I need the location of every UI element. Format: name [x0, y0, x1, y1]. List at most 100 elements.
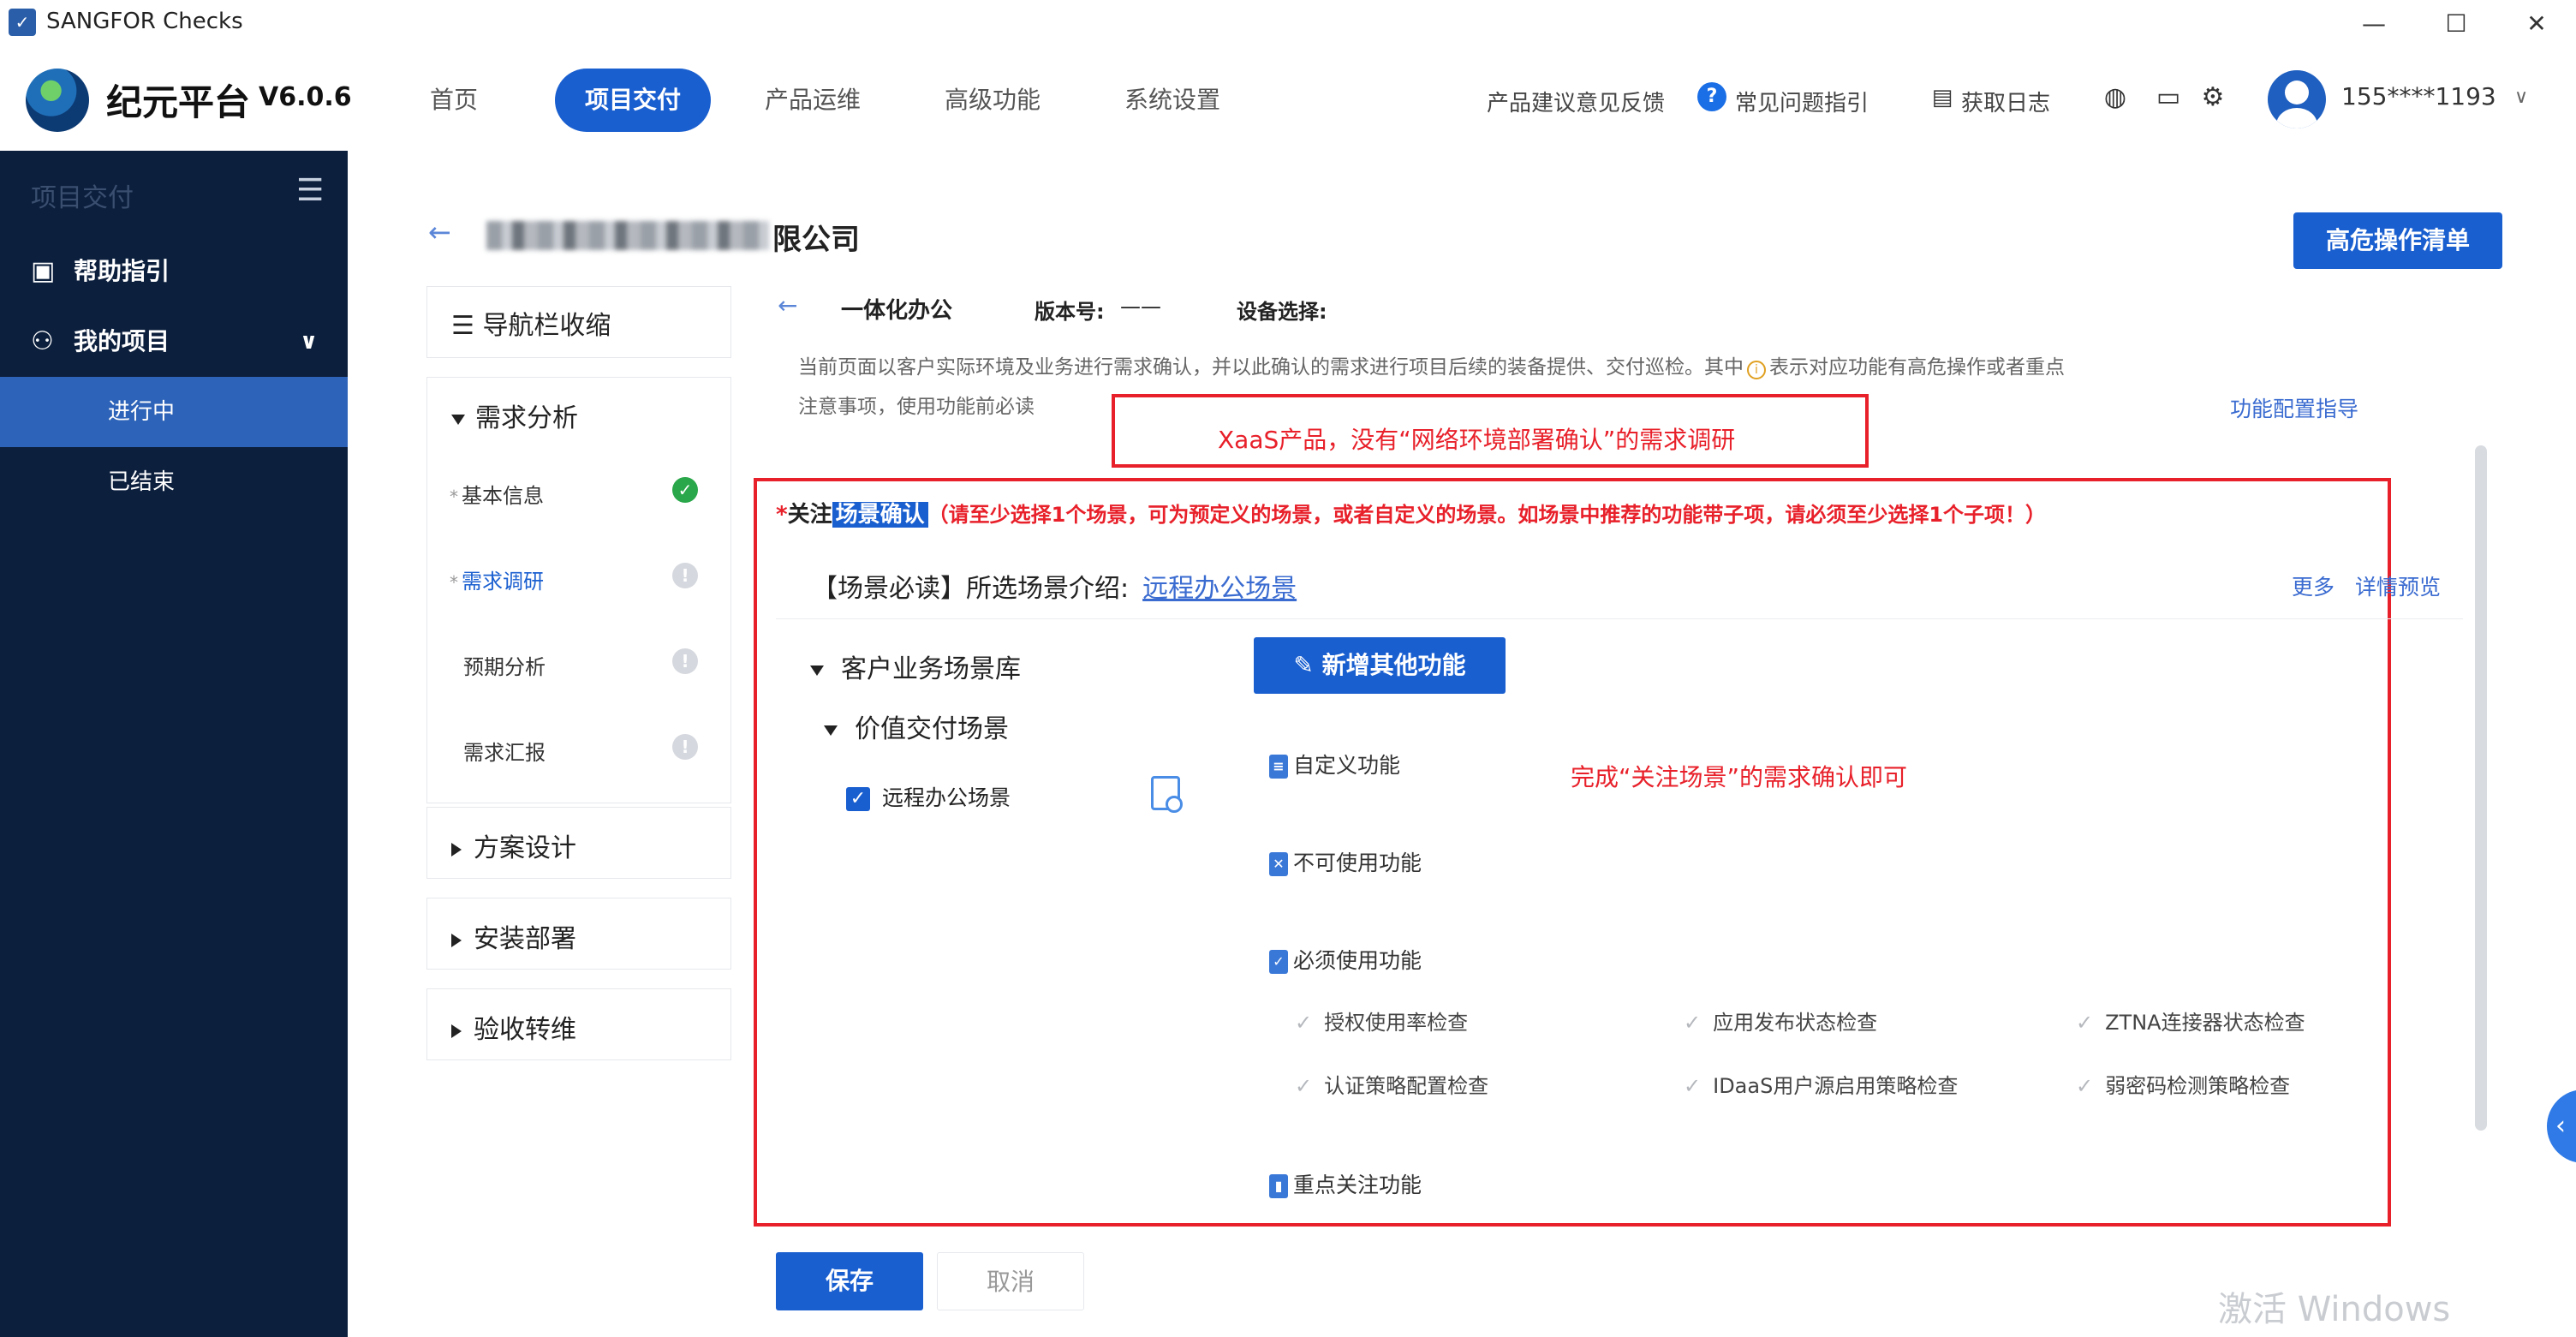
required-item: ✓ 认证策略配置检查 — [1295, 1074, 1489, 1098]
step-requirement-report[interactable]: 需求汇报 — [463, 736, 546, 766]
pending-icon: ! — [672, 563, 698, 588]
checkbox-checked-icon: ✓ — [846, 787, 870, 811]
nav-advanced[interactable]: 高级功能 — [928, 69, 1057, 132]
bookmark-icon: ▮ — [1269, 1174, 1288, 1198]
scene-intro: 【场景必读】所选场景介绍: 远程办公场景 — [812, 574, 1297, 604]
unusable-function-heading: ✕ 不可使用功能 — [1269, 846, 1422, 877]
step-requirement-research[interactable]: * 需求调研 — [450, 564, 544, 594]
maximize-button[interactable]: ☐ — [2430, 3, 2482, 45]
nav-collapse-label: ☰ 导航栏收缩 — [451, 311, 611, 341]
nav-product-ops[interactable]: 产品运维 — [748, 69, 877, 132]
app-logo-icon: ✓ — [9, 9, 36, 36]
document-icon: ▤ — [1931, 85, 1953, 110]
sidebar-title: 项目交付 — [31, 183, 134, 213]
unusable-function-icon: ✕ — [1269, 852, 1288, 876]
required-function-icon: ✓ — [1269, 950, 1288, 974]
step-group-title: 安装部署 — [451, 917, 576, 955]
globe-icon[interactable]: ◍ — [2100, 82, 2131, 113]
message-icon[interactable]: ▭ — [2153, 82, 2184, 113]
tree-node-remote-office[interactable]: ✓ 远程办公场景 — [846, 781, 1011, 812]
custom-function-icon: ≡ — [1269, 755, 1288, 779]
back-arrow-icon[interactable]: ← — [778, 291, 797, 319]
sidebar-item-help[interactable]: ▣ 帮助指引 — [0, 236, 348, 307]
required-item: ✓ IDaaS用户源启用策略检查 — [1684, 1074, 1959, 1098]
brand-version: V6.0.6 — [259, 82, 352, 112]
scene-intro-link[interactable]: 远程办公场景 — [1142, 574, 1297, 604]
section-title: *关注 场景确认 （请至少选择1个场景，可为预定义的场景，或者自定义的场景。如场景中… — [776, 502, 2047, 528]
gear-icon[interactable]: ⚙ — [2197, 82, 2228, 113]
focus-function-heading: ▮ 重点关注功能 — [1269, 1168, 1422, 1199]
nav-settings[interactable]: 系统设置 — [1108, 69, 1237, 132]
company-name-suffix: 限公司 — [772, 223, 860, 257]
users-icon: ⚇ — [31, 326, 54, 356]
menu-collapse-icon[interactable]: ☰ — [296, 173, 324, 208]
avatar[interactable] — [2268, 70, 2326, 128]
scrollbar[interactable] — [2475, 445, 2487, 1131]
more-link[interactable]: 更多 — [2292, 570, 2334, 601]
save-button[interactable]: 保存 — [776, 1252, 923, 1310]
sidebar-item-finished[interactable]: 已结束 — [0, 447, 348, 517]
config-guide-link[interactable]: 功能配置指导 — [2230, 392, 2358, 423]
required-function-heading: ✓ 必须使用功能 — [1269, 944, 1422, 975]
required-item: ✓ 弱密码检测策略检查 — [2076, 1074, 2291, 1098]
step-basic-info[interactable]: * 基本信息 — [450, 479, 544, 509]
annotation-focus-scene: 完成“关注场景”的需求确认即可 — [1571, 763, 1908, 791]
chevron-down-icon: ∨ — [300, 329, 319, 355]
window-title: SANGFOR Checks — [46, 9, 243, 34]
detail-preview-link[interactable]: 详情预览 — [2355, 570, 2441, 601]
divider — [776, 618, 2463, 619]
pending-icon: ! — [672, 734, 698, 760]
nav-project-delivery[interactable]: 项目交付 — [555, 69, 711, 132]
nav-collapse-box[interactable]: ☰ 导航栏收缩 — [426, 286, 731, 358]
back-arrow-icon[interactable]: ← — [428, 216, 451, 248]
high-risk-operations-button[interactable]: 高危操作清单 — [2293, 212, 2502, 269]
nav-home[interactable]: 首页 — [411, 69, 497, 132]
tree-node-value-delivery[interactable]: 价值交付场景 — [824, 707, 1009, 745]
clipboard-icon: ▣ — [31, 256, 56, 286]
step-group-acceptance[interactable]: 验收转维 — [426, 988, 731, 1060]
chevron-down-icon[interactable]: ∨ — [2506, 82, 2537, 113]
required-item: ✓ 授权使用率检查 — [1295, 1011, 1469, 1035]
company-name-blurred — [486, 221, 769, 250]
step-group-solution-design[interactable]: 方案设计 — [426, 807, 731, 879]
help-icon: ? — [1697, 82, 1726, 111]
pending-icon: ! — [672, 648, 698, 674]
version-value: —— — [1120, 295, 1161, 319]
step-group-requirement: 需求分析 * 基本信息 ✓ * 需求调研 ! 预期分析 ! 需求汇报 ! — [426, 377, 731, 803]
annotation-xaas: XaaS产品，没有“网络环境部署确认”的需求调研 — [1218, 426, 1736, 454]
minimize-button[interactable]: — — [2348, 3, 2400, 45]
tree-node-customer-scenes[interactable]: 客户业务场景库 — [810, 648, 1021, 685]
required-item: ✓ 应用发布状态检查 — [1684, 1011, 1878, 1035]
solution-name: 一体化办公 — [841, 298, 953, 324]
sidebar-item-my-projects[interactable]: ⚇ 我的项目 ∨ — [0, 307, 348, 377]
window-titlebar: ✓ SANGFOR Checks — ☐ ✕ — [0, 0, 2576, 48]
side-panel-toggle-icon[interactable]: ‹ — [2547, 1089, 2576, 1163]
device-select-label: 设备选择: — [1237, 300, 1327, 324]
custom-function-heading: ≡ 自定义功能 — [1269, 749, 1400, 779]
preview-search-icon[interactable] — [1151, 776, 1183, 813]
step-group-install[interactable]: 安装部署 — [426, 898, 731, 970]
top-header: 纪元平台 V6.0.6 首页 项目交付 产品运维 高级功能 系统设置 产品建议意… — [0, 48, 2576, 151]
add-function-button[interactable]: ✎ 新增其他功能 — [1254, 637, 1506, 694]
faq-link[interactable]: 常见问题指引 — [1735, 86, 1869, 117]
sidebar-item-in-progress[interactable]: 进行中 — [0, 377, 348, 447]
step-group-title: 方案设计 — [451, 827, 576, 864]
step-expectation-analysis[interactable]: 预期分析 — [463, 650, 546, 680]
user-phone[interactable]: 155****1193 — [2341, 82, 2496, 110]
brand-name: 纪元平台 — [106, 81, 251, 123]
info-icon: i — [1747, 361, 1766, 379]
brand-logo-icon — [26, 69, 89, 132]
sidebar-item-label: 帮助指引 — [74, 257, 170, 285]
version-label: 版本号: — [1035, 300, 1105, 324]
sidebar: 项目交付 ☰ ▣ 帮助指引 ⚇ 我的项目 ∨ 进行中 已结束 — [0, 151, 348, 1337]
activation-watermark: 激活 Windows — [2218, 1290, 2451, 1329]
required-item: ✓ ZTNA连接器状态检查 — [2076, 1011, 2305, 1035]
close-button[interactable]: ✕ — [2511, 3, 2562, 45]
feedback-link[interactable]: 产品建议意见反馈 — [1487, 86, 1665, 117]
step-group-title: 验收转维 — [451, 1008, 576, 1046]
logs-link[interactable]: 获取日志 — [1961, 86, 2050, 117]
cancel-button[interactable]: 取消 — [937, 1252, 1084, 1310]
sidebar-item-label: 我的项目 — [74, 327, 170, 355]
check-complete-icon: ✓ — [672, 477, 698, 503]
step-group-title[interactable]: 需求分析 — [451, 397, 578, 434]
